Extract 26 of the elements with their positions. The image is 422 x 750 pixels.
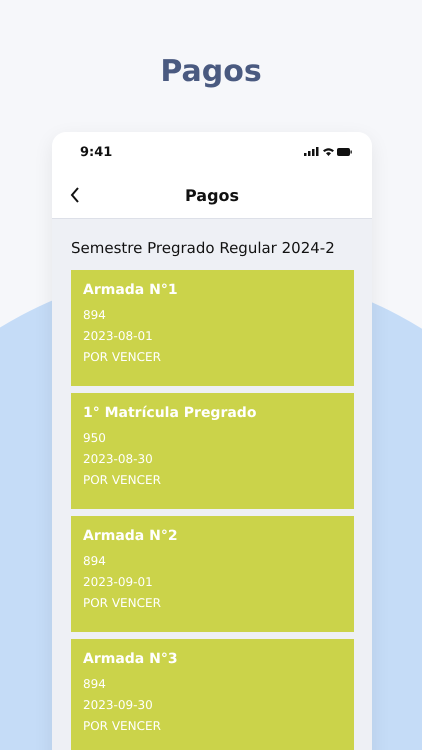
status-time: 9:41 bbox=[80, 144, 112, 160]
payment-amount: 894 bbox=[83, 308, 107, 322]
payment-title: 1° Matrícula Pregrado bbox=[83, 405, 258, 421]
payment-amount: 894 bbox=[83, 554, 107, 568]
payment-date: 2023-08-30 bbox=[83, 452, 154, 466]
payment-card[interactable]: Armada N°1 894 2023-08-01 POR VENCER bbox=[71, 270, 354, 386]
payment-status: POR VENCER bbox=[83, 596, 162, 610]
payment-status: POR VENCER bbox=[83, 473, 162, 487]
page-heading: Pagos bbox=[159, 53, 263, 91]
payment-amount: 894 bbox=[83, 677, 107, 691]
payment-title: Armada N°1 bbox=[83, 282, 179, 298]
nav-title: Pagos bbox=[184, 186, 240, 204]
payment-amount: 950 bbox=[83, 431, 107, 445]
payment-status: POR VENCER bbox=[83, 719, 162, 733]
payment-date: 2023-09-01 bbox=[83, 575, 154, 589]
payment-date: 2023-09-30 bbox=[83, 698, 154, 712]
section-title: Semestre Pregrado Regular 2024-2 bbox=[71, 239, 336, 257]
payment-title: Armada N°3 bbox=[83, 651, 179, 667]
payment-card[interactable]: Armada N°3 894 2023-09-30 POR VENCER bbox=[71, 639, 354, 750]
payment-title: Armada N°2 bbox=[83, 528, 179, 544]
payment-date: 2023-08-01 bbox=[83, 329, 154, 343]
payment-card[interactable]: 1° Matrícula Pregrado 950 2023-08-30 POR VENCER bbox=[71, 393, 354, 509]
payment-status: POR VENCER bbox=[83, 350, 162, 364]
payment-card[interactable]: Armada N°2 894 2023-09-01 POR VENCER bbox=[71, 516, 354, 632]
status-icons bbox=[304, 147, 352, 157]
back-icon[interactable] bbox=[70, 187, 80, 203]
